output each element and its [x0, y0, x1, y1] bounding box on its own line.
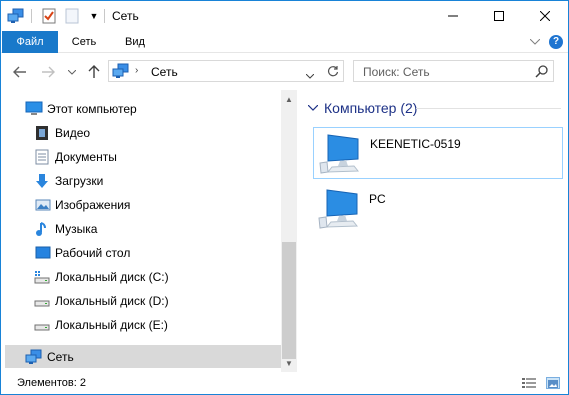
pictures-icon — [35, 197, 51, 213]
sidebar-item-label: Локальный диск (E:) — [55, 318, 168, 332]
sidebar-item-music[interactable]: Музыка — [1, 217, 281, 240]
sidebar-item-label: Этот компьютер — [47, 102, 137, 116]
address-text[interactable]: Сеть — [151, 65, 178, 79]
sidebar-item-label: Музыка — [55, 222, 98, 236]
content-pane: Компьютер (2) KEENETIC-0519 PC — [298, 90, 566, 372]
desktop-icon — [35, 245, 51, 261]
title-bar: ▼ Сеть — [1, 1, 568, 31]
network-item-name: PC — [369, 192, 386, 206]
video-icon — [35, 125, 51, 141]
sidebar-item-label: Локальный диск (C:) — [55, 270, 169, 284]
breadcrumb-separator-icon[interactable]: › — [135, 65, 138, 76]
scroll-down-icon[interactable]: ▼ — [281, 356, 297, 370]
network-icon — [25, 349, 42, 365]
search-placeholder: Поиск: Сеть — [363, 65, 430, 79]
sidebar-item-network[interactable]: Сеть — [5, 345, 281, 368]
sidebar-item-label: Изображения — [55, 198, 131, 212]
ribbon: Файл Сеть Вид ? — [1, 31, 568, 53]
downloads-icon — [35, 173, 51, 189]
sidebar-item-label: Видео — [55, 126, 91, 140]
network-computer-icon — [318, 133, 364, 175]
help-icon[interactable]: ? — [549, 35, 563, 49]
title-separator — [31, 9, 32, 23]
properties-icon[interactable] — [40, 7, 58, 25]
window-title: Сеть — [112, 9, 139, 23]
sidebar-item-drive-e[interactable]: Локальный диск (E:) — [1, 313, 281, 336]
expand-ribbon-icon[interactable] — [528, 35, 542, 49]
status-bar: Элементов: 2 — [1, 372, 568, 394]
sidebar-item-documents[interactable]: Документы — [1, 145, 281, 168]
sidebar-item-drive-c[interactable]: Локальный диск (C:) — [1, 265, 281, 288]
navigation-pane: Этот компьютер Видео Документы Загрузки … — [1, 90, 297, 372]
item-count: Элементов: 2 — [17, 377, 86, 389]
sidebar-item-video[interactable]: Видео — [1, 121, 281, 144]
details-view-icon[interactable] — [522, 377, 536, 389]
back-arrow-icon[interactable] — [11, 63, 29, 81]
scrollbar-thumb[interactable] — [282, 242, 296, 359]
forward-arrow-icon[interactable] — [39, 63, 57, 81]
sidebar-item-this-pc[interactable]: Этот компьютер — [1, 97, 281, 120]
address-dropdown-icon[interactable] — [305, 68, 315, 82]
network-item-pc[interactable]: PC — [313, 183, 563, 235]
navigation-bar: › Сеть Поиск: Сеть — [1, 54, 568, 90]
system-drive-icon — [34, 269, 50, 285]
tab-view[interactable]: Вид — [111, 31, 159, 53]
group-divider — [416, 108, 561, 109]
sidebar-item-label: Локальный диск (D:) — [55, 294, 169, 308]
scroll-up-icon[interactable]: ▲ — [281, 92, 297, 106]
close-button[interactable] — [522, 1, 568, 31]
sidebar-item-downloads[interactable]: Загрузки — [1, 169, 281, 192]
new-folder-icon[interactable] — [63, 7, 81, 25]
title-separator — [104, 9, 105, 23]
documents-icon — [35, 149, 51, 165]
drive-icon — [34, 293, 50, 309]
network-item-keenetic[interactable]: KEENETIC-0519 — [313, 127, 563, 179]
drive-icon — [34, 317, 50, 333]
maximize-button[interactable] — [476, 1, 522, 31]
navigation-scrollbar[interactable]: ▲ ▼ — [281, 90, 297, 372]
search-input[interactable]: Поиск: Сеть — [353, 60, 554, 82]
address-bar[interactable]: › Сеть — [108, 60, 344, 82]
refresh-button[interactable] — [322, 60, 344, 82]
tab-network[interactable]: Сеть — [59, 31, 109, 53]
chevron-down-icon[interactable] — [63, 63, 81, 81]
music-icon — [35, 221, 51, 237]
sidebar-item-label: Рабочий стол — [55, 246, 131, 260]
explorer-window: ▼ Сеть Файл Сеть Вид ? › Сеть Поиск: Сет… — [0, 0, 569, 395]
sidebar-item-label: Загрузки — [55, 174, 104, 188]
network-folder-icon — [112, 63, 130, 82]
large-icons-view-icon[interactable] — [546, 377, 560, 389]
computer-icon — [25, 101, 43, 117]
search-icon[interactable] — [535, 64, 549, 81]
sidebar-item-drive-d[interactable]: Локальный диск (D:) — [1, 289, 281, 312]
network-item-name: KEENETIC-0519 — [370, 137, 461, 151]
customize-toolbar-icon[interactable]: ▼ — [85, 7, 103, 25]
group-header[interactable]: Компьютер (2) — [307, 99, 561, 117]
sidebar-item-label: Документы — [55, 150, 117, 164]
minimize-button[interactable] — [430, 1, 476, 31]
sidebar-item-label: Сеть — [47, 350, 74, 364]
tab-file[interactable]: Файл — [2, 31, 58, 53]
up-arrow-icon[interactable] — [85, 63, 103, 81]
network-folder-icon — [7, 7, 25, 25]
network-computer-icon — [317, 188, 363, 230]
group-title: Компьютер (2) — [324, 100, 418, 116]
sidebar-item-desktop[interactable]: Рабочий стол — [1, 241, 281, 264]
chevron-down-icon[interactable] — [307, 103, 319, 114]
sidebar-item-pictures[interactable]: Изображения — [1, 193, 281, 216]
